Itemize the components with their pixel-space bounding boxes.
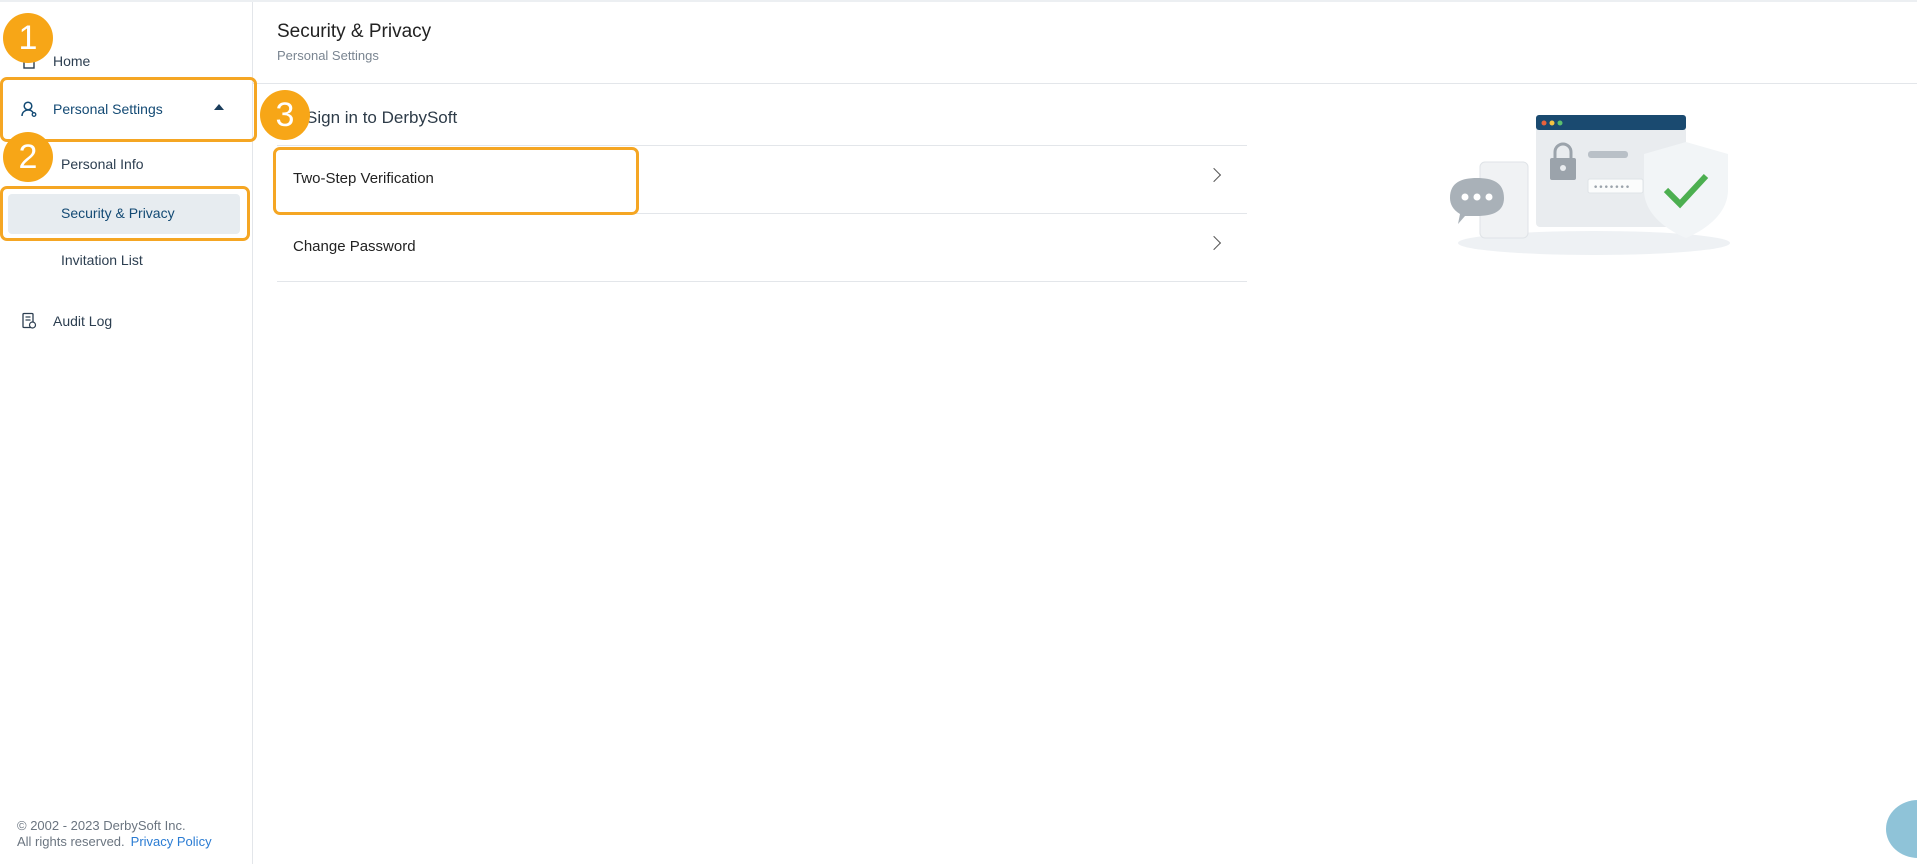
chevron-right-icon xyxy=(1206,167,1222,183)
user-icon xyxy=(20,100,38,118)
rights-text: All rights reserved. xyxy=(17,834,125,849)
svg-text:•••••••: ••••••• xyxy=(1593,183,1630,193)
audit-log-icon xyxy=(20,312,38,330)
change-password-row[interactable]: Change Password xyxy=(277,213,1247,281)
sidebar-item-label: Audit Log xyxy=(53,313,113,329)
sidebar-item-personal-settings[interactable]: Personal Settings xyxy=(0,96,252,122)
sidebar-item-label: Home xyxy=(53,53,91,69)
chat-help-button[interactable] xyxy=(1886,800,1917,858)
security-illustration: ••••••• xyxy=(1450,110,1740,265)
sidebar-footer: © 2002 - 2023 DerbySoft Inc. All rights … xyxy=(17,818,212,850)
sidebar-subitem-security-privacy[interactable]: Security & Privacy xyxy=(0,194,252,234)
divider xyxy=(277,281,1247,282)
row-label: Change Password xyxy=(293,238,416,255)
top-border xyxy=(0,0,1917,2)
sidebar-subitem-invitation-list[interactable]: Invitation List xyxy=(0,252,252,274)
sidebar-subitem-label: Personal Info xyxy=(61,156,144,172)
header-divider xyxy=(253,83,1917,84)
row-label: Two-Step Verification xyxy=(293,170,434,187)
annotation-badge-2: 2 xyxy=(3,132,53,182)
caret-up-icon xyxy=(214,104,224,110)
annotation-badge-3: 3 xyxy=(260,90,310,140)
privacy-policy-link[interactable]: Privacy Policy xyxy=(131,834,212,849)
sidebar: Home Personal Settings Personal Info Sec… xyxy=(0,2,253,864)
sidebar-subitem-label: Invitation List xyxy=(61,252,143,268)
sidebar-item-audit-log[interactable]: Audit Log xyxy=(0,308,252,334)
annotation-badge-1: 1 xyxy=(3,13,53,63)
two-step-verification-row[interactable]: Two-Step Verification xyxy=(277,145,1247,213)
breadcrumb: Personal Settings xyxy=(277,48,379,63)
page-title: Security & Privacy xyxy=(277,21,432,42)
sidebar-subitem-label: Security & Privacy xyxy=(61,205,175,221)
chevron-right-icon xyxy=(1206,235,1222,251)
section-title: Sign in to DerbySoft xyxy=(306,108,458,127)
sidebar-item-label: Personal Settings xyxy=(53,101,163,117)
copyright-text: © 2002 - 2023 DerbySoft Inc. xyxy=(17,818,186,833)
